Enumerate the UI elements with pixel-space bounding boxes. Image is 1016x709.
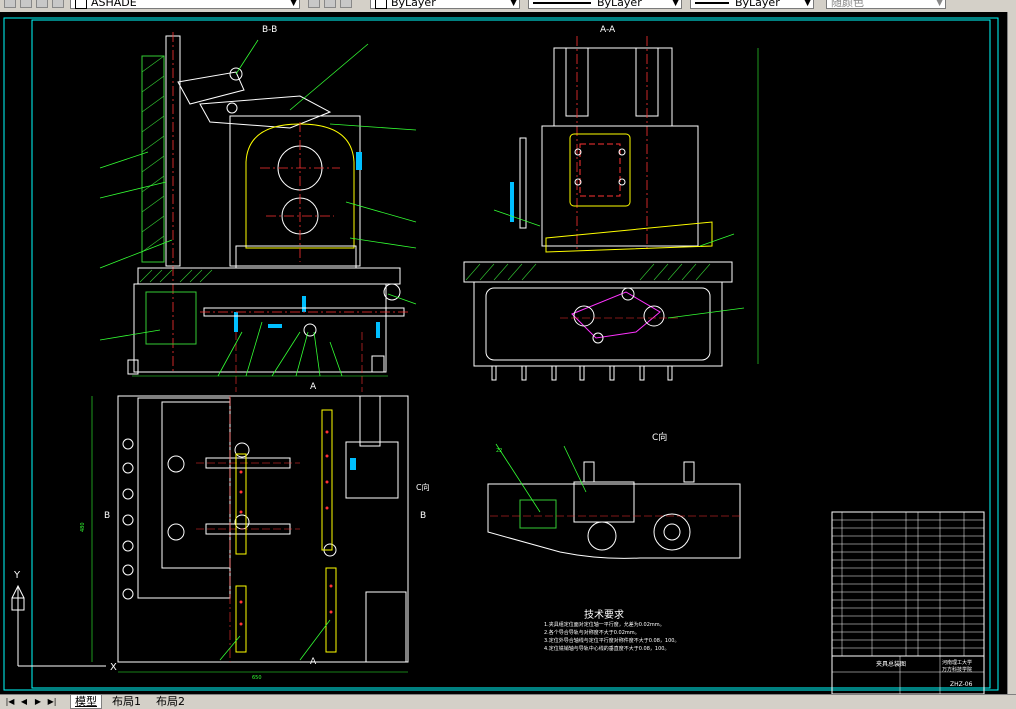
previous-tab-icon[interactable]: ◀ <box>18 696 30 707</box>
linetype-swatch-icon <box>533 2 591 4</box>
part-number-22: 22 <box>496 448 502 454</box>
layer-name: ASHADE <box>91 0 137 9</box>
layer-dropdown[interactable]: ASHADE ▼ <box>70 0 300 9</box>
title-block-drawing-name: 夹具总装图 <box>876 660 906 668</box>
layers-icon[interactable] <box>340 0 352 8</box>
drawing-canvas[interactable]: B-B A-A A A B B C向 480 650 C向 22 技术要求 1.… <box>0 12 1016 694</box>
color-swatch-icon <box>375 0 387 9</box>
chevron-down-icon: ▼ <box>804 0 811 8</box>
next-tab-icon[interactable]: ▶ <box>32 696 44 707</box>
color-control-dropdown[interactable]: ByLayer ▼ <box>370 0 520 9</box>
tab-model-label: 模型 <box>75 695 97 708</box>
view-aa-title: A-A <box>600 25 616 35</box>
first-tab-icon[interactable]: |◀ <box>4 696 16 707</box>
make-current-layer-icon[interactable] <box>308 0 320 8</box>
sun-icon[interactable] <box>20 0 32 8</box>
lock-icon[interactable] <box>52 0 64 8</box>
view-bb-title: B-B <box>262 25 277 35</box>
layer-icon[interactable] <box>4 0 16 8</box>
tech-requirements-title: 技术要求 <box>584 608 624 621</box>
plotstyle-control-dropdown[interactable]: 随颜色 ▼ <box>826 0 946 9</box>
tech-note-3: 3.定位外导合轴线与定位平行度对称件度不大于0.08，100。 <box>544 637 679 644</box>
dimension-width: 650 <box>252 675 262 681</box>
section-b-label-right: B <box>420 511 426 521</box>
dimension-480: 480 <box>80 522 86 532</box>
color-control-value: ByLayer <box>391 0 436 9</box>
vertical-scrollbar[interactable] <box>1007 12 1016 694</box>
chevron-down-icon: ▼ <box>672 0 679 8</box>
linetype-control-value: ByLayer <box>597 0 642 9</box>
outer-frame <box>3 17 999 691</box>
section-b-label-left: B <box>104 511 110 521</box>
view-c-section: C向 22 <box>487 431 741 559</box>
technical-requirements: 技术要求 1.夹具组定位面对定位轴一平行度，允差为0.02mm。 2.各个导合导… <box>544 608 679 652</box>
tech-note-2: 2.各个导合导轨与对称度不大于0.02mm。 <box>544 629 640 636</box>
view-c-title: C向 <box>652 431 667 443</box>
linetype-control-dropdown[interactable]: ByLayer ▼ <box>528 0 682 9</box>
tab-layout2[interactable]: 布局2 <box>152 695 189 708</box>
layout-tab-bar: |◀ ◀ ▶ ▶| 模型 布局1 布局2 <box>0 694 1016 709</box>
title-block-school-line1: 河南理工大学 <box>942 659 972 666</box>
tab-layout1[interactable]: 布局1 <box>108 695 145 708</box>
layer-previous-icon[interactable] <box>324 0 336 8</box>
chevron-down-icon: ▼ <box>510 0 517 8</box>
parts-list-table: 夹具总装图 河南理工大学 万方科技学院 ZHZ-06 <box>831 511 985 694</box>
plotstyle-control-value: 随颜色 <box>831 0 864 9</box>
lineweight-control-value: ByLayer <box>735 0 780 9</box>
view-c-arrow-label: C向 <box>416 482 430 492</box>
color-swatch-icon <box>75 0 87 9</box>
title-block-school-line2: 万方科技学院 <box>942 666 972 673</box>
tab-model[interactable]: 模型 <box>70 695 102 709</box>
ucs-y-label: Y <box>13 570 21 581</box>
cad-drawing: B-B A-A A A B B C向 480 650 C向 22 技术要求 1.… <box>3 17 999 694</box>
plan-view: A A B B C向 480 650 <box>80 382 430 681</box>
view-aa-section: A-A <box>463 25 759 381</box>
chevron-down-icon: ▼ <box>290 0 297 8</box>
chevron-down-icon: ▼ <box>936 0 943 8</box>
tab-layout1-label: 布局1 <box>112 695 141 708</box>
tech-note-1: 1.夹具组定位面对定位轴一平行度，允差为0.02mm。 <box>544 621 665 628</box>
freeze-icon[interactable] <box>36 0 48 8</box>
last-tab-icon[interactable]: ▶| <box>46 696 58 707</box>
lineweight-swatch-icon <box>695 2 729 4</box>
tab-layout2-label: 布局2 <box>156 695 185 708</box>
tech-note-4: 4.定位铣销轴与导轨中心线的垂直度不大于0.08，100。 <box>544 645 669 652</box>
inner-frame <box>31 19 991 689</box>
title-block-drawing-number: ZHZ-06 <box>950 681 973 688</box>
lineweight-control-dropdown[interactable]: ByLayer ▼ <box>690 0 814 9</box>
ucs-x-label: X <box>110 662 117 673</box>
left-column <box>141 55 165 263</box>
section-a-label-top: A <box>310 382 317 392</box>
view-bb-section: B-B <box>99 25 417 392</box>
